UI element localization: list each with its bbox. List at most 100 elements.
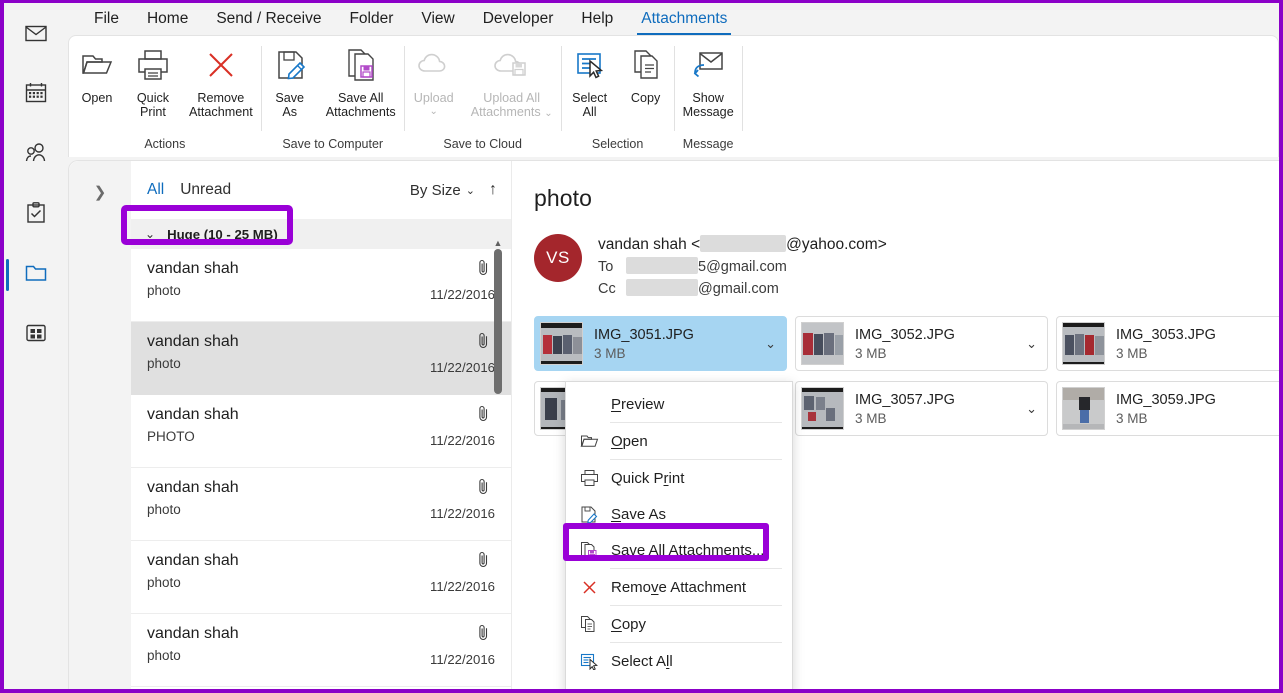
ribbon-button-copy-label: Copy bbox=[630, 91, 661, 105]
filter-all[interactable]: All bbox=[139, 179, 172, 201]
message-list-scrollbar[interactable]: ▲ bbox=[491, 237, 505, 689]
nav-item-mail[interactable] bbox=[14, 13, 58, 57]
chevron-down-icon[interactable]: ⌄ bbox=[145, 227, 155, 241]
filter-unread[interactable]: Unread bbox=[172, 179, 239, 201]
menu-item-remove-attachment[interactable]: Remove Attachment bbox=[566, 569, 792, 605]
mail-icon bbox=[23, 20, 49, 51]
chevron-right-icon[interactable]: ❯ bbox=[94, 183, 107, 689]
ribbon-group-label-selection: Selection bbox=[591, 137, 644, 151]
ribbon-group-save-to-computer: Save As Save All Attachments Save to Compu… bbox=[262, 36, 404, 157]
tab-attachments[interactable]: Attachments bbox=[627, 6, 741, 35]
menu-item-copy[interactable]: Copy bbox=[566, 606, 792, 642]
ribbon-button-show-message[interactable]: Show Message bbox=[675, 42, 742, 119]
tab-folder[interactable]: Folder bbox=[335, 6, 407, 35]
chevron-down-icon[interactable]: ⌄ bbox=[1026, 401, 1041, 417]
ribbon-button-save-all-attachments[interactable]: Save All Attachments bbox=[318, 42, 404, 119]
ribbon-group-label-actions: Actions bbox=[144, 137, 186, 151]
tab-developer[interactable]: Developer bbox=[469, 6, 568, 35]
table-row[interactable]: vandan shah photo 11/22/2016 bbox=[131, 468, 511, 541]
open-folder-icon bbox=[77, 42, 117, 88]
save-as-icon bbox=[578, 505, 600, 524]
message-sender: vandan shah bbox=[147, 552, 239, 569]
ribbon-button-select-all[interactable]: Select All bbox=[562, 42, 618, 119]
tab-home[interactable]: Home bbox=[133, 6, 202, 35]
message-sender: vandan shah bbox=[147, 479, 239, 496]
attachment-chip[interactable]: IMG_3057.JPG 3 MB ⌄ bbox=[795, 381, 1048, 436]
chevron-down-icon[interactable]: ⌄ bbox=[1026, 336, 1041, 352]
menu-item-quick-print-label: Quick Print bbox=[611, 469, 685, 487]
ribbon-zone: File Home Send / Receive Folder View Dev… bbox=[68, 3, 1279, 157]
attachment-name: IMG_3059.JPG bbox=[1116, 391, 1216, 408]
ribbon-button-open-label: Open bbox=[81, 91, 113, 105]
arrow-up-icon[interactable]: ↑ bbox=[489, 181, 497, 199]
attachment-text: IMG_3053.JPG 3 MB bbox=[1116, 327, 1279, 361]
menu-item-preview[interactable]: Preview bbox=[566, 386, 792, 422]
menu-item-open[interactable]: Open bbox=[566, 423, 792, 459]
tab-help[interactable]: Help bbox=[567, 6, 627, 35]
chevron-down-icon[interactable]: ⌄ bbox=[765, 336, 780, 352]
scrollbar-thumb[interactable] bbox=[494, 249, 502, 394]
tab-file[interactable]: File bbox=[80, 6, 133, 35]
nav-item-people[interactable] bbox=[14, 133, 58, 177]
attachment-chip[interactable]: IMG_3053.JPG 3 MB bbox=[1056, 316, 1279, 371]
nav-item-apps[interactable] bbox=[14, 313, 58, 357]
table-row[interactable]: vandan shah photo 11/22/2016 bbox=[131, 541, 511, 614]
attachment-chip[interactable]: IMG_3059.JPG 3 MB bbox=[1056, 381, 1279, 436]
folder-icon bbox=[23, 260, 49, 291]
ribbon-button-open[interactable]: Open bbox=[69, 42, 125, 105]
attachment-chip[interactable]: IMG_3052.JPG 3 MB ⌄ bbox=[795, 316, 1048, 371]
table-row[interactable]: vandan shah photo 11/22/2016 bbox=[131, 614, 511, 687]
chevron-down-icon[interactable]: ⌄ bbox=[466, 184, 475, 197]
apps-icon bbox=[23, 320, 49, 351]
ribbon-button-upload-all-attachments[interactable]: Upload All Attachments ⌄ bbox=[463, 42, 561, 121]
table-row[interactable]: vandan shah photo 11/22/2016 bbox=[131, 322, 511, 395]
ribbon-group-message: Show Message Message bbox=[675, 36, 742, 157]
calendar-icon bbox=[23, 80, 49, 111]
menu-item-quick-print[interactable]: Quick Print bbox=[566, 460, 792, 496]
menu-item-save-as[interactable]: Save As bbox=[566, 496, 792, 532]
ribbon-button-upload[interactable]: Upload ⌄ bbox=[405, 42, 463, 117]
tab-send-receive[interactable]: Send / Receive bbox=[202, 6, 335, 35]
table-row[interactable]: vandan shah PHOTO 11/22/2016 bbox=[131, 395, 511, 468]
ribbon-button-remove-attachment[interactable]: Remove Attachment bbox=[181, 42, 261, 119]
menu-item-save-all-attachments-label: Save All Attachments... bbox=[611, 541, 765, 559]
sender-line: vandan shah < @yahoo.com> bbox=[598, 234, 887, 256]
ribbon-group-actions: Open Quick Print Remove Attachment Actions bbox=[69, 36, 261, 157]
menu-item-select-all[interactable]: Select All bbox=[566, 643, 792, 679]
table-row[interactable]: vandan shah photo 11/22/2016 bbox=[131, 249, 511, 322]
message-group-header[interactable]: ⌄ Huge (10 - 25 MB) bbox=[121, 205, 511, 249]
sender-domain: @yahoo.com> bbox=[786, 236, 887, 253]
people-icon bbox=[23, 140, 49, 171]
chevron-down-icon[interactable]: ⌄ bbox=[544, 108, 552, 119]
attachment-thumbnail bbox=[540, 322, 583, 365]
address-lines: vandan shah < @yahoo.com> To 5@gmail.com … bbox=[598, 234, 887, 300]
sort-by-control[interactable]: By Size ⌄ bbox=[410, 182, 475, 199]
nav-item-calendar[interactable] bbox=[14, 73, 58, 117]
to-label: To bbox=[598, 259, 614, 275]
message-date: 11/22/2016 bbox=[429, 506, 495, 521]
ribbon-button-quick-print-label: Quick Print bbox=[136, 91, 170, 119]
ribbon-button-save-as[interactable]: Save As bbox=[262, 42, 318, 119]
sort-by-label: By Size bbox=[409, 181, 461, 199]
scroll-up-arrow-icon[interactable]: ▲ bbox=[491, 237, 505, 249]
ribbon-button-copy[interactable]: Copy bbox=[618, 42, 674, 105]
attachment-text: IMG_3059.JPG 3 MB bbox=[1116, 392, 1279, 426]
ribbon-group-label-save-to-computer: Save to Computer bbox=[282, 137, 384, 151]
folder-pane-collapsed[interactable]: ❯ bbox=[69, 161, 131, 689]
ribbon-group-label-save-to-cloud: Save to Cloud bbox=[443, 137, 522, 151]
chevron-down-icon[interactable]: ⌄ bbox=[430, 107, 438, 117]
nav-item-folders[interactable] bbox=[6, 253, 58, 297]
window-border-left bbox=[0, 0, 4, 693]
red-x-icon bbox=[578, 579, 600, 596]
attachment-size: 3 MB bbox=[1116, 345, 1148, 361]
message-list-header: All Unread By Size ⌄ ↑ bbox=[131, 161, 511, 219]
ribbon-button-quick-print[interactable]: Quick Print bbox=[125, 42, 181, 119]
attachment-chip[interactable]: IMG_3051.JPG 3 MB ⌄ bbox=[534, 316, 787, 371]
nav-item-tasks[interactable] bbox=[14, 193, 58, 237]
attachment-name: IMG_3053.JPG bbox=[1116, 326, 1216, 343]
menu-item-copy-label: Copy bbox=[611, 615, 647, 633]
cc-line: Cc @gmail.com bbox=[598, 278, 887, 300]
redacted-block bbox=[626, 257, 698, 274]
menu-item-save-all-attachments[interactable]: Save All Attachments... bbox=[566, 532, 792, 568]
tab-view[interactable]: View bbox=[407, 6, 468, 35]
